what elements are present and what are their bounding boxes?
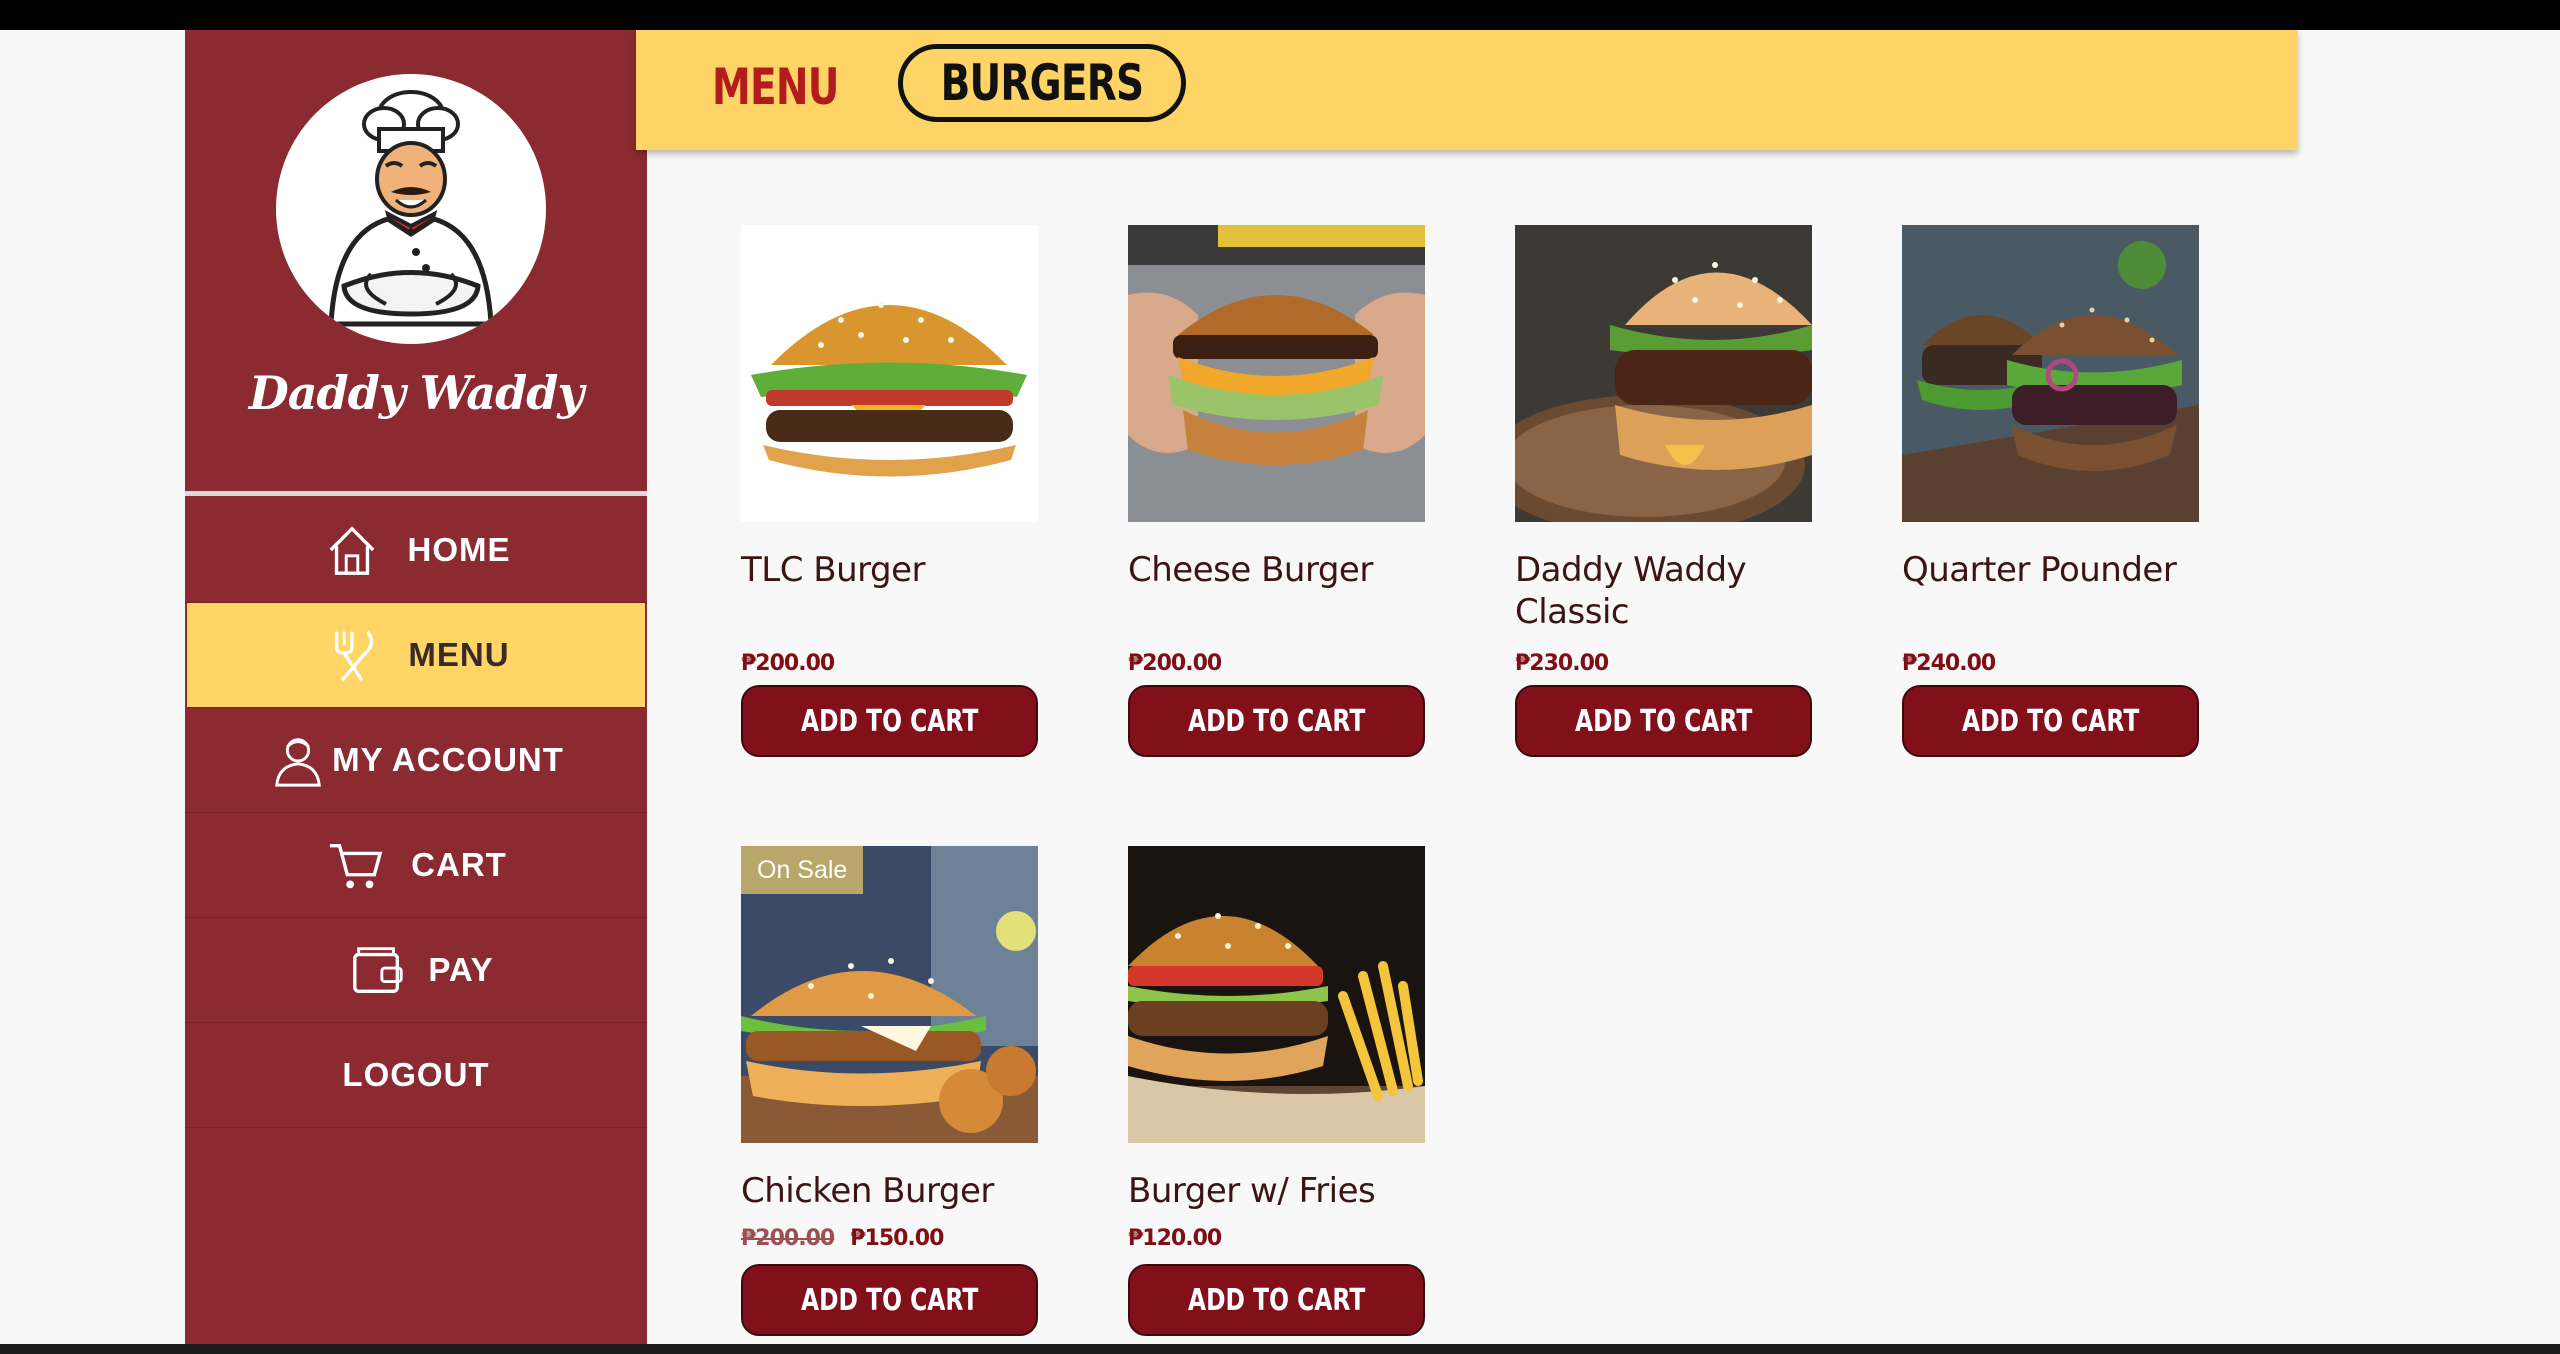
add-to-cart-label: ADD TO CART	[1574, 703, 1753, 739]
current-price: ₱200.00	[741, 651, 835, 676]
add-to-cart-label: ADD TO CART	[800, 1282, 979, 1318]
burger-image-icon	[1902, 225, 2199, 522]
add-to-cart-button[interactable]: ADD TO CART	[741, 1264, 1038, 1336]
product-card: On Sale Chicken Burger ₱200.00 ₱150.00 AD…	[741, 846, 1038, 1336]
burger-image-icon	[1128, 225, 1425, 522]
product-price: ₱230.00	[1515, 651, 1609, 676]
add-to-cart-label: ADD TO CART	[1961, 703, 2140, 739]
nav-label-menu: MENU	[408, 636, 510, 673]
current-price: ₱150.00	[850, 1226, 944, 1251]
add-to-cart-button[interactable]: ADD TO CART	[1128, 685, 1425, 757]
product-price: ₱200.00	[741, 651, 835, 676]
product-name: Burger w/ Fries	[1128, 1171, 1376, 1211]
bottom-strip	[0, 1344, 2560, 1354]
product-image[interactable]	[1902, 225, 2199, 522]
sidebar: Daddy Waddy HOME MENU MY ACCOUNT CART PA…	[185, 30, 647, 1344]
add-to-cart-label: ADD TO CART	[800, 703, 979, 739]
nav-item-my-account[interactable]: MY ACCOUNT	[185, 708, 647, 813]
utensils-icon	[322, 625, 382, 685]
product-name: Cheese Burger	[1128, 550, 1373, 590]
nav-item-home[interactable]: HOME	[185, 498, 647, 603]
cart-icon	[325, 835, 385, 895]
category-label: BURGERS	[940, 54, 1145, 112]
add-to-cart-button[interactable]: ADD TO CART	[741, 685, 1038, 757]
burger-image-icon	[1515, 225, 1812, 522]
sidebar-nav: HOME MENU MY ACCOUNT CART PAY LOGOUT	[185, 498, 647, 1128]
nav-label-pay: PAY	[428, 951, 494, 988]
product-price: ₱240.00	[1902, 651, 1996, 676]
header-title: MENU	[712, 58, 839, 116]
add-to-cart-label: ADD TO CART	[1187, 1282, 1366, 1318]
add-to-cart-button[interactable]: ADD TO CART	[1515, 685, 1812, 757]
product-name: Chicken Burger	[741, 1171, 994, 1211]
product-card: TLC Burger ₱200.00 ADD TO CART	[741, 225, 1038, 757]
home-icon	[322, 520, 382, 580]
chef-mascot-icon	[328, 90, 494, 327]
current-price: ₱200.00	[1128, 651, 1222, 676]
nav-item-menu[interactable]: MENU	[187, 603, 645, 708]
browser-top-bar	[0, 0, 2560, 30]
nav-item-logout[interactable]: LOGOUT	[185, 1023, 647, 1128]
menu-header: MENU BURGERS	[636, 30, 2298, 150]
product-name: Daddy Waddy Classic	[1515, 550, 1747, 632]
current-price: ₱230.00	[1515, 651, 1609, 676]
product-name: Quarter Pounder	[1902, 550, 2177, 590]
chef-logo[interactable]	[276, 74, 546, 344]
product-card: Burger w/ Fries ₱120.00 ADD TO CART	[1128, 846, 1425, 1336]
product-image[interactable]	[1128, 225, 1425, 522]
product-image[interactable]	[1515, 225, 1812, 522]
product-card: Cheese Burger ₱200.00 ADD TO CART	[1128, 225, 1425, 757]
product-price: ₱120.00	[1128, 1226, 1222, 1251]
product-image[interactable]	[741, 225, 1038, 522]
burger-image-icon	[1128, 846, 1425, 1143]
product-price: ₱200.00 ₱150.00	[741, 1226, 944, 1251]
product-name: TLC Burger	[741, 550, 926, 590]
current-price: ₱240.00	[1902, 651, 1996, 676]
nav-label-home: HOME	[407, 531, 511, 568]
user-icon	[268, 730, 328, 790]
add-to-cart-label: ADD TO CART	[1187, 703, 1366, 739]
add-to-cart-button[interactable]: ADD TO CART	[1902, 685, 2199, 757]
product-price: ₱200.00	[1128, 651, 1222, 676]
add-to-cart-button[interactable]: ADD TO CART	[1128, 1264, 1425, 1336]
product-card: Quarter Pounder ₱240.00 ADD TO CART	[1902, 225, 2199, 757]
nav-label-cart: CART	[411, 846, 507, 883]
product-image[interactable]	[1128, 846, 1425, 1143]
brand: Daddy Waddy	[185, 30, 647, 496]
brand-name: Daddy Waddy	[248, 366, 584, 420]
current-price: ₱120.00	[1128, 1226, 1222, 1251]
original-price: ₱200.00	[741, 1226, 835, 1251]
burger-image-icon	[741, 225, 1038, 522]
product-image[interactable]: On Sale	[741, 846, 1038, 1143]
wallet-icon	[348, 940, 408, 1000]
nav-item-cart[interactable]: CART	[185, 813, 647, 918]
brand-divider	[185, 491, 647, 496]
nav-label-logout: LOGOUT	[342, 1056, 490, 1093]
nav-item-pay[interactable]: PAY	[185, 918, 647, 1023]
nav-label-my-account: MY ACCOUNT	[332, 741, 564, 778]
on-sale-badge: On Sale	[741, 846, 864, 894]
product-card: Daddy Waddy Classic ₱230.00 ADD TO CART	[1515, 225, 1812, 757]
category-pill-burgers[interactable]: BURGERS	[898, 44, 1186, 122]
